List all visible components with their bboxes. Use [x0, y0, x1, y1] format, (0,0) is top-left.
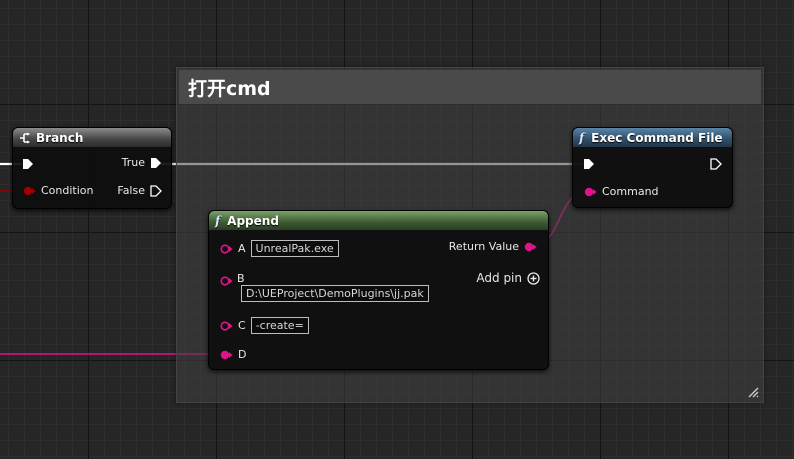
resize-grip-icon[interactable] — [747, 386, 759, 398]
branch-false-label: False — [117, 184, 145, 197]
append-add-pin-label: Add pin — [476, 271, 522, 285]
branch-node-header[interactable]: Branch — [13, 128, 171, 147]
append-b-label: B — [237, 272, 245, 285]
string-pin-icon — [584, 187, 597, 196]
branch-title: Branch — [36, 130, 84, 145]
append-add-pin-button[interactable]: Add pin — [471, 271, 540, 285]
branch-true-pin[interactable]: True — [117, 156, 162, 169]
exec-command-command-label: Command — [602, 185, 659, 198]
branch-condition-pin[interactable]: Condition — [23, 184, 99, 197]
append-node-header[interactable]: f Append — [209, 211, 548, 230]
string-pin-outline-icon — [220, 320, 233, 331]
exec-command-command-pin[interactable]: Command — [584, 185, 664, 198]
branch-false-pin[interactable]: False — [112, 184, 162, 197]
comment-header[interactable]: 打开cmd — [179, 70, 761, 104]
append-b-pin[interactable] — [220, 276, 233, 286]
string-pin-icon — [220, 350, 233, 359]
exec-pin-outline-icon — [150, 184, 162, 197]
exec-command-exec-in-pin[interactable] — [583, 158, 595, 170]
branch-exec-in-pin[interactable] — [22, 158, 34, 170]
exec-pin-icon — [151, 157, 161, 168]
string-pin-icon — [524, 242, 537, 251]
append-return-label: Return Value — [448, 240, 519, 253]
exec-command-file-title: Exec Command File — [591, 130, 723, 145]
append-a-pin[interactable]: A UnrealPak.exe — [220, 240, 339, 257]
exec-command-file-node[interactable]: f Exec Command File Command — [572, 127, 733, 208]
exec-command-file-header[interactable]: f Exec Command File — [573, 128, 732, 147]
exec-pin-icon — [584, 159, 594, 169]
append-d-label: D — [238, 348, 247, 361]
string-pin-outline-icon — [220, 276, 233, 286]
append-a-input[interactable]: UnrealPak.exe — [250, 240, 339, 257]
string-pin-outline-icon — [220, 243, 233, 254]
function-icon: f — [215, 213, 221, 228]
branch-node[interactable]: Branch True Condition False — [12, 127, 172, 209]
append-return-value-pin[interactable]: Return Value — [444, 240, 537, 253]
function-icon: f — [579, 130, 585, 145]
append-b-input[interactable]: D:\UEProject\DemoPlugins\jj.pak — [241, 285, 429, 302]
branch-condition-label: Condition — [41, 184, 94, 197]
append-c-label: C — [238, 319, 246, 332]
append-c-input[interactable]: -create= — [250, 317, 309, 334]
exec-pin-icon — [23, 159, 33, 169]
branch-true-label: True — [121, 156, 145, 169]
append-title: Append — [227, 213, 279, 228]
append-node[interactable]: f Append A UnrealPak.exe B D:\UEProject\… — [208, 210, 549, 370]
comment-title: 打开cmd — [188, 77, 271, 100]
bool-pin-icon — [23, 186, 36, 195]
exec-command-exec-out-pin[interactable] — [710, 158, 722, 170]
append-a-label: A — [238, 242, 246, 255]
add-pin-icon — [527, 271, 540, 285]
append-d-pin[interactable]: D — [220, 348, 251, 361]
append-c-pin[interactable]: C -create= — [220, 317, 309, 334]
branch-icon — [19, 132, 31, 144]
exec-pin-outline-icon — [710, 158, 722, 170]
